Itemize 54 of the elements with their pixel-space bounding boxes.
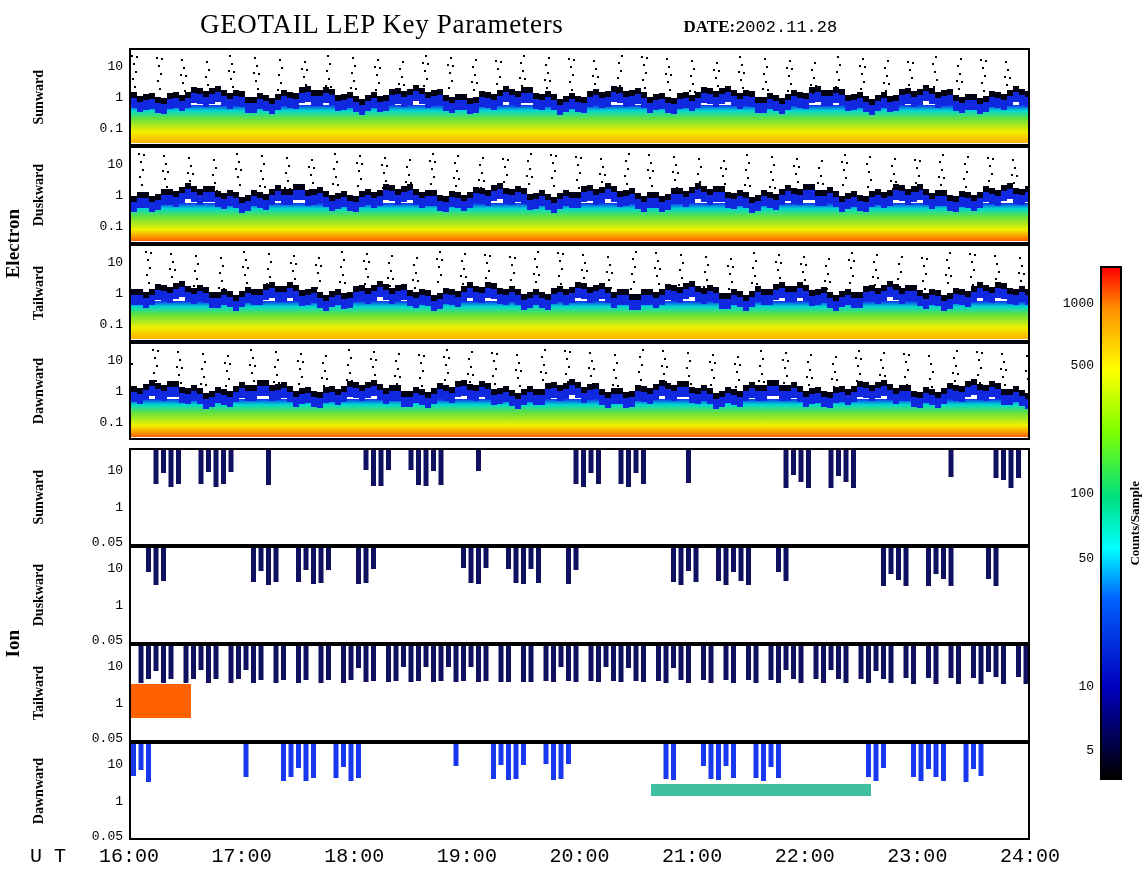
colorbar-tick-label: 100 [1070, 486, 1094, 500]
axis-tick-label: 10 [107, 463, 123, 477]
axis-tick-label: 10 [107, 659, 123, 673]
time-tick-label: 20:00 [549, 847, 610, 867]
panel-label: Sunward [32, 69, 46, 125]
panel-label: Tailward [32, 266, 46, 320]
colorbar-tick-label: 500 [1070, 358, 1094, 372]
time-tick-label: 23:00 [887, 847, 948, 867]
date-label: DATE: [683, 16, 736, 36]
group-label: Electron [2, 209, 22, 279]
colorbar-tick-label: 5 [1086, 743, 1094, 757]
time-tick-label: 18:00 [324, 847, 385, 867]
panel-label: Duskward [32, 163, 46, 227]
time-tick-label: 21:00 [662, 847, 723, 867]
axis-tick-label: 0.1 [99, 317, 123, 331]
axis-tick-label: 0.1 [99, 219, 123, 233]
time-tick-label: 17:00 [211, 847, 272, 867]
axis-tick-label: 10 [107, 157, 123, 171]
axis-tick-label: 10 [107, 561, 123, 575]
axis-tick-label: 10 [107, 255, 123, 269]
axis-tick-label: 1 [115, 90, 123, 104]
chart-title: GEOTAIL LEP Key Parameters [200, 7, 564, 41]
axis-tick-label: 1 [115, 598, 123, 612]
time-tick-label: 19:00 [436, 847, 497, 867]
time-tick-label: 16:00 [99, 847, 159, 867]
panel-label: Duskward [32, 563, 46, 627]
time-axis-label: U T [29, 844, 67, 870]
axis-tick-label: 10 [107, 353, 123, 367]
axis-tick-label: 1 [115, 696, 123, 710]
axis-tick-label: 0.05 [91, 535, 123, 549]
colorbar-label: Counts/Sample [1128, 480, 1141, 566]
colorbar-tick-label: 50 [1078, 551, 1094, 565]
axis-tick-label: 0.1 [99, 121, 123, 135]
axis-tick-label: 1 [115, 286, 123, 300]
panel-label: Sunward [32, 469, 46, 525]
axis-tick-label: 0.05 [91, 633, 123, 647]
axis-tick-label: 10 [107, 59, 123, 73]
colorbar-tick-label: 10 [1078, 679, 1094, 693]
axis-tick-label: 1 [115, 188, 123, 202]
axis-tick-label: 1 [115, 794, 123, 808]
axis-tick-label: 1 [115, 384, 123, 398]
axis-tick-label: 1 [115, 500, 123, 514]
colorbar-tick-label: 1000 [1062, 296, 1094, 310]
axis-tick-label: 0.1 [99, 415, 123, 429]
panel-label: Dawnward [32, 357, 46, 425]
axis-tick-label: 10 [107, 757, 123, 771]
axis-tick-label: 0.05 [91, 731, 123, 745]
date-value: 2002.11.28 [735, 17, 838, 37]
panel-label: Tailward [32, 666, 46, 720]
panel-label: Dawnward [32, 757, 46, 825]
group-label: Ion [2, 630, 22, 658]
time-tick-label: 22:00 [774, 847, 835, 867]
axis-tick-label: 0.05 [91, 829, 123, 843]
time-tick-label: 24:00 [1000, 847, 1060, 867]
